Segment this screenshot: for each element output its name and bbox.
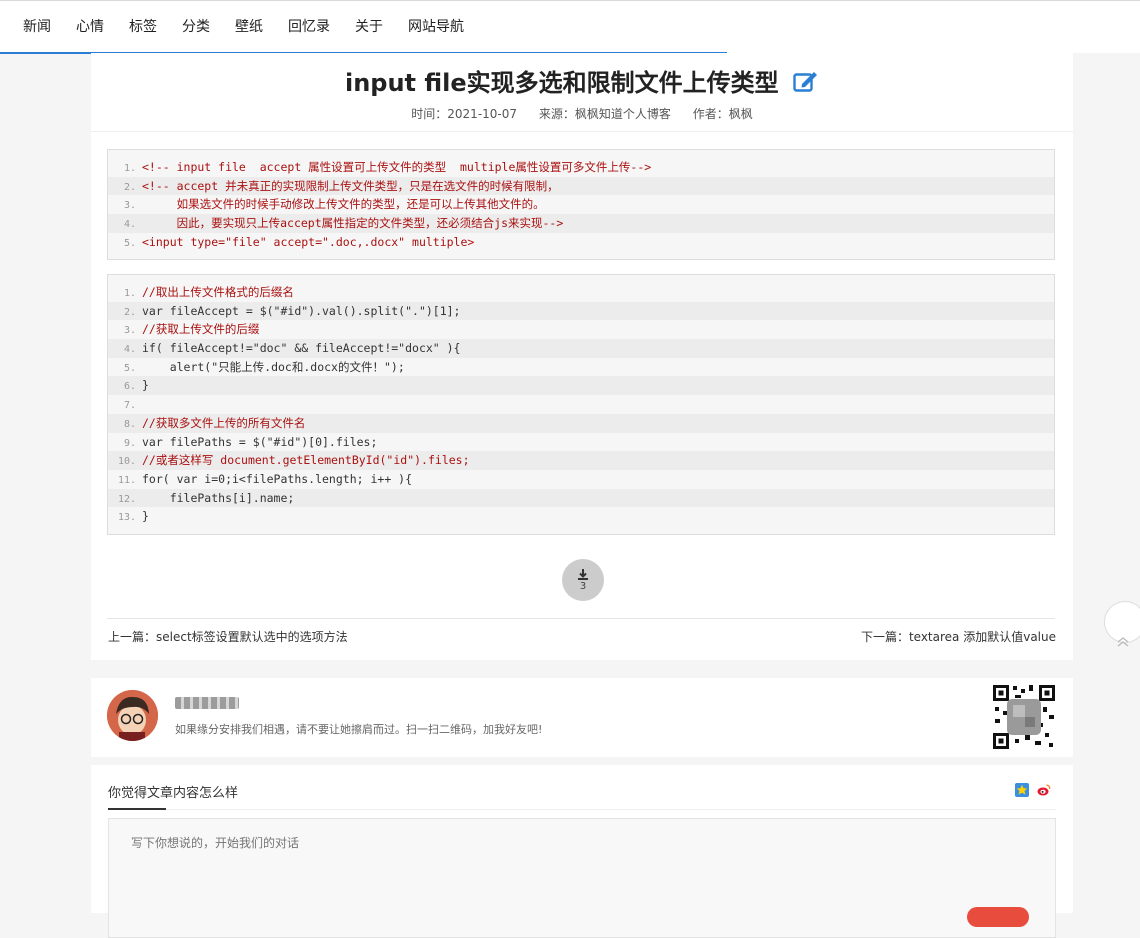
- code-line: 12. filePaths[i].name;: [108, 488, 1054, 508]
- author-name-blurred: [175, 697, 239, 709]
- code-line: 5. <input type="file" accept=".doc,.docx"…: [123, 234, 475, 249]
- edit-icon[interactable]: [793, 68, 819, 100]
- nav-item-memoir[interactable]: 回忆录: [288, 18, 330, 36]
- divider: [107, 618, 1055, 619]
- top-navbar: 新闻 心情 标签 分类 壁纸 回忆录 关于 网站导航: [0, 0, 1140, 54]
- qr-code: [991, 683, 1057, 751]
- avatar[interactable]: [107, 690, 158, 741]
- author-bio: 如果缘分安排我们相遇，请不要让她擦肩而过。扫一扫二维码，加我好友吧!: [175, 723, 543, 736]
- divider: [108, 809, 1056, 810]
- code-line: 3.//获取上传文件的后缀: [123, 322, 260, 337]
- code-line: 9. var filePaths = $("#id")[0].files;: [123, 434, 378, 449]
- divider: [91, 131, 1073, 132]
- code-block-js: 1.//取出上传文件格式的后缀名 2. var fileAccept = $("#…: [107, 274, 1055, 535]
- heading-underline: [108, 808, 166, 810]
- code-line: 6.}: [108, 376, 1054, 396]
- comment-card: 你觉得文章内容怎么样: [91, 765, 1073, 938]
- code-line: 10.//或者这样写 document.getElementById("id")…: [108, 451, 1054, 470]
- download-icon: [578, 569, 588, 580]
- article-title-row: input file实现多选和限制文件上传类型: [91, 67, 1073, 100]
- publish-time: 时间：2021-10-07: [411, 107, 518, 121]
- code-line: 4. if( fileAccept!="doc" && fileAccept!="…: [108, 339, 1054, 358]
- nav-item-site-nav[interactable]: 网站导航: [408, 18, 464, 36]
- submit-comment-button[interactable]: [967, 907, 1029, 927]
- article-title: input file实现多选和限制文件上传类型: [344, 69, 779, 97]
- nav-item-mood[interactable]: 心情: [76, 18, 104, 36]
- download-button[interactable]: 3: [562, 559, 604, 601]
- nav-item-about[interactable]: 关于: [355, 18, 383, 36]
- code-line: 7.: [123, 400, 136, 412]
- code-line: 1. <!-- input file accept 属性设置可上传文件的类型 mu…: [123, 160, 652, 174]
- author-card: 如果缘分安排我们相遇，请不要让她擦肩而过。扫一扫二维码，加我好友吧!: [91, 678, 1073, 757]
- article-meta: 时间：2021-10-07 来源：枫枫知道个人博客 作者：枫枫: [91, 105, 1073, 122]
- next-article-link[interactable]: 下一篇：textarea 添加默认值value: [861, 628, 1056, 645]
- download-count: 3: [579, 581, 587, 592]
- nav-item-tags[interactable]: 标签: [129, 18, 157, 36]
- code-line: 4. 因此，要实现只上传accept属性指定的文件类型，还必须结合js来实现--…: [108, 214, 1054, 233]
- prev-article-link[interactable]: 上一篇：select标签设置默认选中的选项方法: [108, 628, 348, 645]
- weibo-icon[interactable]: [1037, 782, 1051, 796]
- code-line: 2. <!-- accept 并未真正的实现限制上传文件类型，只是在选文件的时候有…: [108, 176, 1054, 196]
- code-line: 11. for( var i=0;i<filePaths.length; i++ …: [117, 471, 413, 486]
- code-line: 3. 如果选文件的时候手动修改上传文件的类型，还是可以上传其他文件的。: [123, 197, 545, 212]
- nav-item-news[interactable]: 新闻: [23, 18, 51, 36]
- nav-item-wallpaper[interactable]: 壁纸: [235, 18, 263, 36]
- code-line: 13.}: [117, 509, 149, 524]
- article-card: input file实现多选和限制文件上传类型 时间：2021-10-07 来源…: [91, 53, 1073, 660]
- qzone-star-icon[interactable]: [1015, 782, 1029, 797]
- chevron-up-icon[interactable]: [1117, 636, 1129, 650]
- comment-heading: 你觉得文章内容怎么样: [108, 786, 239, 801]
- article-author: 作者：枫枫: [692, 107, 753, 121]
- code-line: 1.//取出上传文件格式的后缀名: [123, 285, 294, 299]
- code-line: 5. alert("只能上传.doc和.docx的文件！");: [123, 359, 405, 374]
- nav-item-categories[interactable]: 分类: [182, 18, 210, 36]
- code-block-html: 1. <!-- input file accept 属性设置可上传文件的类型 mu…: [107, 149, 1055, 260]
- comment-textarea[interactable]: [108, 818, 1056, 938]
- nav-menu: 新闻 心情 标签 分类 壁纸 回忆录 关于 网站导航: [23, 18, 489, 36]
- code-line: 8.//获取多文件上传的所有文件名: [108, 413, 1054, 433]
- article-source: 来源：枫枫知道个人博客: [538, 107, 671, 121]
- code-line: 2. var fileAccept = $("#id").val().split(…: [108, 301, 1054, 321]
